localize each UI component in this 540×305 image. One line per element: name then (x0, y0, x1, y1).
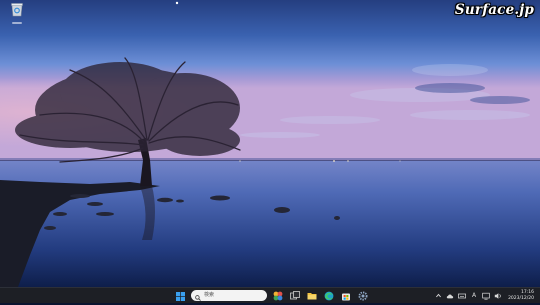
windows-logo-icon (175, 286, 185, 305)
recycle-bin-label (12, 22, 22, 24)
taskbar-app-store[interactable] (340, 290, 352, 302)
display-icon[interactable] (482, 292, 490, 300)
taskbar-center: 検索 (174, 288, 369, 303)
search-placeholder: 検索 (204, 292, 215, 298)
ime-mode-label: A (472, 291, 477, 299)
store-icon (341, 286, 351, 305)
system-tray: A 17:16 2023/12/20 (434, 288, 534, 303)
search-box[interactable]: 検索 (191, 290, 267, 301)
taskbar-app-file-explorer[interactable] (306, 290, 318, 302)
chevron-up-icon[interactable] (434, 292, 442, 300)
wallpaper (0, 0, 540, 287)
clock[interactable]: 17:16 2023/12/20 (508, 290, 534, 301)
desktop[interactable]: Surface.jp (0, 0, 540, 287)
start-button[interactable] (174, 290, 186, 302)
watermark: Surface.jp (454, 2, 534, 18)
taskbar-app-edge[interactable] (323, 290, 335, 302)
edge-icon (324, 286, 334, 305)
gear-icon (358, 286, 368, 305)
colorful-app-icon (273, 286, 283, 305)
clock-date: 2023/12/20 (508, 295, 534, 301)
task-view-icon (290, 286, 300, 305)
ime-icon[interactable]: A (470, 292, 478, 300)
cloud-icon[interactable] (446, 292, 454, 300)
taskbar: 検索 A 17:16 2023/12/20 (0, 287, 540, 303)
desktop-icon-recycle-bin[interactable] (8, 2, 26, 24)
taskbar-app-widgets[interactable] (272, 290, 284, 302)
taskbar-app-task-view[interactable] (289, 290, 301, 302)
keyboard-icon[interactable] (458, 292, 467, 300)
recycle-bin-icon (10, 2, 24, 21)
taskbar-app-settings[interactable] (357, 290, 369, 302)
folder-icon (307, 286, 317, 305)
volume-icon[interactable] (494, 292, 502, 300)
search-icon (195, 286, 201, 305)
